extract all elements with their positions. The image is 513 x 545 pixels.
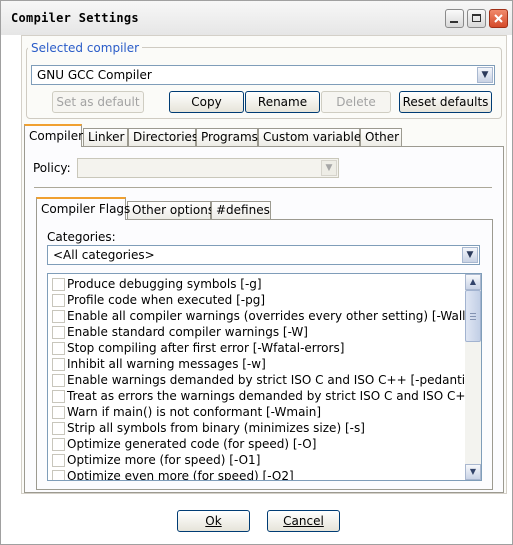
copy-button[interactable]: Copy [169,91,244,113]
compiler-settings-window: Compiler Settings Selected compiler GNU … [0,0,513,545]
tab-defines[interactable]: #defines [211,201,271,220]
close-icon [494,14,503,23]
flag-checkbox[interactable] [52,422,65,435]
grip-line [470,313,476,314]
flag-label: Strip all symbols from binary (minimizes… [67,421,365,435]
compiler-tab-pane: Policy: ▼ Compiler Flags Other options #… [24,146,504,493]
flags-scrollbar[interactable]: ▲ ▼ [465,274,481,480]
flag-checkbox[interactable] [52,438,65,451]
flag-row[interactable]: Produce debugging symbols [-g] [48,277,465,293]
grip-line [470,319,476,320]
flag-checkbox[interactable] [52,310,65,323]
flag-label: Inhibit all warning messages [-w] [67,357,266,371]
flags-list[interactable]: Produce debugging symbols [-g] Profile co… [47,273,482,481]
tab-custom-variables[interactable]: Custom variables [258,128,367,147]
close-button[interactable] [489,9,508,28]
maximize-button[interactable] [467,9,486,28]
chevron-down-icon[interactable]: ▼ [321,160,337,176]
title-bar[interactable]: Compiler Settings [1,1,512,35]
cancel-button[interactable]: Cancel [267,510,340,532]
tab-linker[interactable]: Linker [83,128,128,147]
flag-label: Treat as errors the warnings demanded by… [67,389,481,403]
flag-row[interactable]: Enable standard compiler warnings [-W] [48,325,465,341]
chevron-down-icon[interactable]: ▼ [477,67,493,83]
ok-button[interactable]: Ok [177,510,250,532]
flag-label: Stop compiling after first error [-Wfata… [67,341,345,355]
flag-label: Enable all compiler warnings (overrides … [67,309,471,323]
tab-directories[interactable]: Directories [128,128,198,147]
flag-row[interactable]: Optimize more (for speed) [-O1] [48,453,465,469]
minimize-button[interactable] [445,9,464,28]
flag-row[interactable]: Warn if main() is not conformant [-Wmain… [48,405,465,421]
tab-other-options[interactable]: Other options [127,201,214,220]
flag-row[interactable]: Optimize generated code (for speed) [-O] [48,437,465,453]
flag-checkbox[interactable] [52,278,65,291]
flag-row[interactable]: Optimize even more (for speed) [-O2] [48,469,465,481]
flag-checkbox[interactable] [52,390,65,403]
flag-row[interactable]: Profile code when executed [-pg] [48,293,465,309]
flag-label: Enable warnings demanded by strict ISO C… [67,373,477,387]
flag-checkbox[interactable] [52,326,65,339]
dialog-body: Selected compiler GNU GCC Compiler ▼ Set… [21,35,507,494]
grip-line [470,316,476,317]
delete-button[interactable]: Delete [321,91,391,113]
tab-programs[interactable]: Programs [196,128,258,147]
flag-label: Optimize more (for speed) [-O1] [67,453,261,467]
chevron-down-icon[interactable]: ▼ [462,247,478,263]
reset-defaults-button[interactable]: Reset defaults [399,91,492,113]
categories-label: Categories: [47,230,116,244]
compiler-select-value: GNU GCC Compiler [37,68,152,82]
minimize-icon [450,21,458,23]
flag-label: Produce debugging symbols [-g] [67,277,262,291]
compiler-select[interactable]: GNU GCC Compiler ▼ [31,65,495,85]
flag-label: Optimize even more (for speed) [-O2] [67,469,294,481]
flag-row[interactable]: Enable all compiler warnings (overrides … [48,309,470,325]
categories-select-value: <All categories> [53,248,155,262]
flag-label: Optimize generated code (for speed) [-O] [67,437,317,451]
flag-label: Warn if main() is not conformant [-Wmain… [67,405,322,419]
selected-compiler-label: Selected compiler [28,41,143,55]
flag-checkbox[interactable] [52,374,65,387]
flag-row[interactable]: Strip all symbols from binary (minimizes… [48,421,465,437]
scroll-down-button[interactable]: ▼ [465,464,481,480]
tab-compiler-flags[interactable]: Compiler Flags [36,197,130,220]
maximize-icon [472,14,481,22]
tab-compiler[interactable]: Compiler [24,124,83,147]
flag-label: Enable standard compiler warnings [-W] [67,325,308,339]
flag-row[interactable]: Enable warnings demanded by strict ISO C… [48,373,476,389]
policy-label: Policy: [33,161,71,175]
flag-checkbox[interactable] [52,454,65,467]
flag-row[interactable]: Inhibit all warning messages [-w] [48,357,465,373]
flag-row[interactable]: Treat as errors the warnings demanded by… [48,389,481,405]
flag-checkbox[interactable] [52,470,65,480]
scroll-thumb[interactable] [465,290,481,342]
flag-checkbox[interactable] [52,406,65,419]
flag-checkbox[interactable] [52,358,65,371]
flag-label: Profile code when executed [-pg] [67,293,266,307]
ok-button-label: Ok [205,514,222,528]
cancel-button-label: Cancel [283,514,324,528]
policy-select[interactable]: ▼ [77,158,339,178]
scroll-up-button[interactable]: ▲ [465,274,481,290]
divider [34,187,492,188]
tab-other[interactable]: Other [360,128,402,147]
compiler-flags-pane: Categories: <All categories> ▼ Produce d… [36,219,493,490]
flag-checkbox[interactable] [52,342,65,355]
window-title: Compiler Settings [11,11,139,25]
flag-row[interactable]: Stop compiling after first error [-Wfata… [48,341,465,357]
rename-button[interactable]: Rename [245,91,320,113]
flag-checkbox[interactable] [52,294,65,307]
set-as-default-button[interactable]: Set as default [52,91,144,113]
categories-select[interactable]: <All categories> ▼ [47,245,480,265]
